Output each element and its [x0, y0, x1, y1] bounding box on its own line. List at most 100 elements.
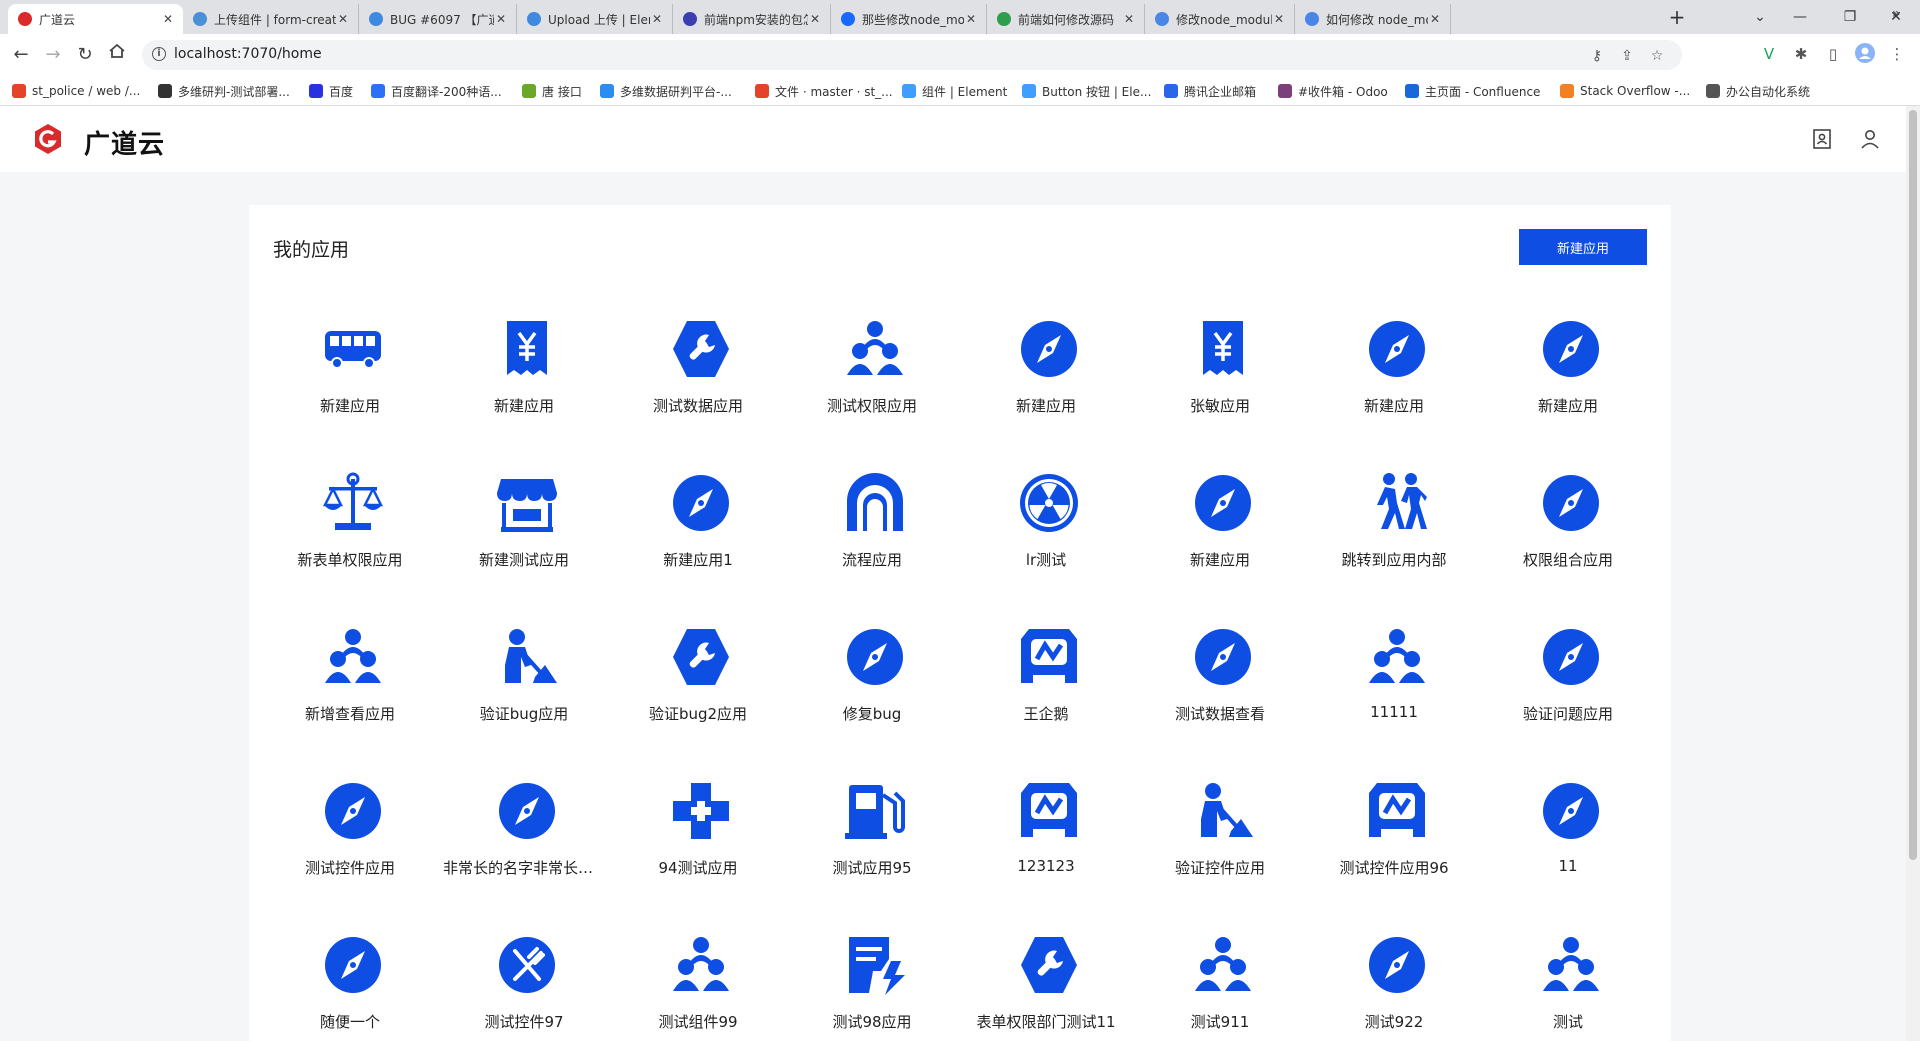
bookmark-item[interactable]: 多维研判-测试部署...	[158, 82, 290, 100]
tab-close-icon[interactable]: ✕	[161, 12, 175, 26]
user-profile-icon[interactable]	[1858, 127, 1882, 151]
browser-menu-icon[interactable]: ⋮	[1886, 43, 1908, 65]
browser-tab[interactable]: BUG #6097 【广道云】✕	[359, 4, 517, 34]
bookmark-item[interactable]: 文件 · master · st_...	[755, 82, 893, 100]
tab-close-icon[interactable]: ✕	[336, 12, 350, 26]
bookmark-item[interactable]: 唐 接口	[522, 82, 582, 100]
reload-icon[interactable]: ↻	[72, 42, 98, 68]
browser-tab[interactable]: 那些修改node_modul✕	[831, 4, 987, 34]
app-tile[interactable]: 新建应用	[1133, 471, 1307, 625]
bookmark-label: 百度	[329, 84, 354, 99]
bookmark-item[interactable]: 办公自动化系统	[1706, 82, 1810, 100]
app-tile[interactable]: 新建应用	[959, 317, 1133, 471]
bookmarks-overflow-icon[interactable]: »	[1892, 6, 1901, 22]
app-tile[interactable]: 94测试应用	[611, 779, 785, 933]
bookmark-item[interactable]: 主页面 - Confluence	[1405, 82, 1540, 100]
minimize-button[interactable]: —	[1780, 4, 1820, 30]
app-tile[interactable]: 123123	[959, 779, 1133, 933]
contacts-book-icon[interactable]	[1810, 127, 1834, 151]
site-info-icon[interactable]: i	[152, 47, 166, 61]
profile-avatar-icon[interactable]	[1854, 43, 1876, 65]
scrollbar-thumb[interactable]	[1909, 110, 1917, 860]
app-tile[interactable]: 修复bug	[785, 625, 959, 779]
address-url[interactable]: localhost:7070/home	[174, 46, 322, 62]
app-tile[interactable]: 流程应用	[785, 471, 959, 625]
app-tile[interactable]: 表单权限部门测试11	[959, 933, 1133, 1041]
vue-devtools-icon[interactable]: V	[1758, 43, 1780, 65]
app-tile[interactable]: 新建应用	[1481, 317, 1655, 471]
tab-close-icon[interactable]: ✕	[494, 12, 508, 26]
app-tile[interactable]: 测试922	[1307, 933, 1481, 1041]
bus-icon	[325, 331, 381, 369]
new-app-button[interactable]: 新建应用	[1519, 229, 1647, 265]
app-tile[interactable]: 新建应用	[1307, 317, 1481, 471]
extensions-puzzle-icon[interactable]: ✱	[1790, 43, 1812, 65]
bookmark-item[interactable]: #收件箱 - Odoo	[1278, 82, 1388, 100]
app-tile[interactable]: 张敏应用	[1133, 317, 1307, 471]
app-tile[interactable]: 测试控件应用96	[1307, 779, 1481, 933]
browser-tab[interactable]: 前端npm安装的包怎么✕	[673, 4, 831, 34]
tab-close-icon[interactable]: ✕	[650, 12, 664, 26]
app-tile[interactable]: 非常长的名字非常长的名字	[437, 779, 611, 933]
app-tile[interactable]: 新建应用	[263, 317, 437, 471]
app-tile[interactable]: 验证问题应用	[1481, 625, 1655, 779]
bookmark-item[interactable]: Stack Overflow -...	[1560, 82, 1690, 100]
app-tile[interactable]: 测试组件99	[611, 933, 785, 1041]
side-panel-icon[interactable]: ▯	[1822, 43, 1844, 65]
app-tile[interactable]: lr测试	[959, 471, 1133, 625]
home-icon[interactable]	[104, 42, 130, 68]
app-tile[interactable]: 王企鹅	[959, 625, 1133, 779]
restore-button[interactable]: ❐	[1830, 4, 1870, 30]
tab-close-icon[interactable]: ✕	[808, 12, 822, 26]
bookmark-item[interactable]: 组件 | Element	[902, 82, 1007, 100]
address-bar[interactable]: i localhost:7070/home ☆ ⇪ ⚷	[142, 40, 1682, 70]
new-tab-button[interactable]: +	[1664, 6, 1690, 30]
app-tile[interactable]: 新建应用	[437, 317, 611, 471]
app-tile[interactable]: 新表单权限应用	[263, 471, 437, 625]
bookmark-item[interactable]: 腾讯企业邮箱	[1164, 82, 1256, 100]
bookmark-item[interactable]: 百度翻译-200种语...	[371, 82, 502, 100]
tab-close-icon[interactable]: ✕	[1122, 12, 1136, 26]
app-tile[interactable]: 测试应用95	[785, 779, 959, 933]
app-tile[interactable]: 随便一个	[263, 933, 437, 1041]
bookmark-item[interactable]: 多维数据研判平台-...	[600, 82, 732, 100]
page-scrollbar[interactable]	[1906, 106, 1920, 1041]
bookmark-star-icon[interactable]: ☆	[1648, 47, 1666, 65]
browser-tab[interactable]: 广道云 ✕	[8, 4, 183, 34]
app-tile[interactable]: 测试权限应用	[785, 317, 959, 471]
app-tile[interactable]: 权限组合应用	[1481, 471, 1655, 625]
app-tile[interactable]: 测试控件应用	[263, 779, 437, 933]
tab-close-icon[interactable]: ✕	[964, 12, 978, 26]
password-key-icon[interactable]: ⚷	[1588, 47, 1606, 65]
app-tile[interactable]: 测试控件97	[437, 933, 611, 1041]
browser-tab[interactable]: 前端如何修改源码 ✕	[987, 4, 1145, 34]
app-tile[interactable]: 11	[1481, 779, 1655, 933]
app-tile[interactable]: 测试数据应用	[611, 317, 785, 471]
browser-tab[interactable]: 修改node_modules✕	[1145, 4, 1295, 34]
browser-tab[interactable]: 上传组件 | form-create ✕	[183, 4, 359, 34]
tab-search-icon[interactable]: ⌄	[1740, 4, 1780, 30]
browser-tab[interactable]: 如何修改 node_modul✕	[1295, 4, 1451, 34]
app-tile[interactable]: 测试911	[1133, 933, 1307, 1041]
app-tile[interactable]: 新建测试应用	[437, 471, 611, 625]
app-tile[interactable]: 新建应用1	[611, 471, 785, 625]
app-tile[interactable]: 11111	[1307, 625, 1481, 779]
forward-icon[interactable]: →	[40, 42, 66, 68]
back-icon[interactable]: ←	[8, 42, 34, 68]
app-tile[interactable]: 验证控件应用	[1133, 779, 1307, 933]
tab-close-icon[interactable]: ✕	[1272, 12, 1286, 26]
app-tile[interactable]: 新增查看应用	[263, 625, 437, 779]
app-tile[interactable]: 跳转到应用内部	[1307, 471, 1481, 625]
tab-close-icon[interactable]: ✕	[1428, 12, 1442, 26]
share-icon[interactable]: ⇪	[1618, 47, 1636, 65]
app-tile[interactable]: 测试98应用	[785, 933, 959, 1041]
browser-tab[interactable]: Upload 上传 | Element✕	[517, 4, 673, 34]
brand-logo-icon[interactable]	[32, 123, 64, 155]
bookmark-item[interactable]: st_police / web /...	[12, 82, 140, 100]
bookmark-item[interactable]: 百度	[309, 82, 353, 100]
bookmark-item[interactable]: Button 按钮 | Ele...	[1022, 82, 1151, 100]
app-tile[interactable]: 验证bug2应用	[611, 625, 785, 779]
app-tile[interactable]: 测试数据查看	[1133, 625, 1307, 779]
app-tile[interactable]: 验证bug应用	[437, 625, 611, 779]
app-tile[interactable]: 测试	[1481, 933, 1655, 1041]
